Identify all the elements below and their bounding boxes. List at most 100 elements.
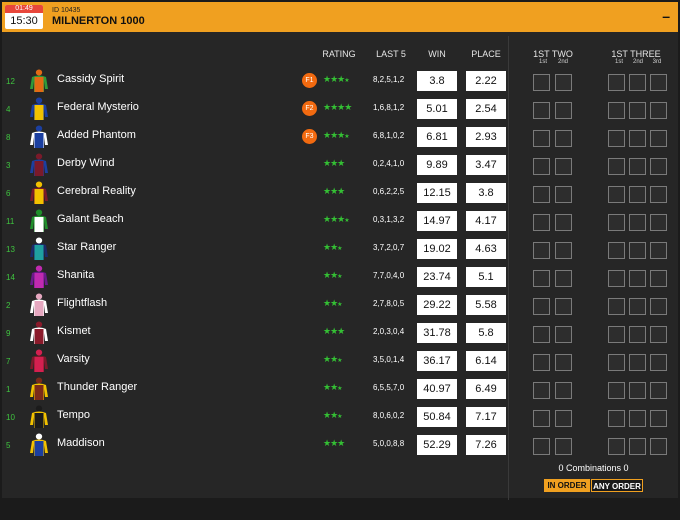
first-two-1st-checkbox[interactable] [533,410,550,427]
first-three-2nd-checkbox[interactable] [629,326,646,343]
first-two-1st-checkbox[interactable] [533,298,550,315]
win-odds-button[interactable]: 19.02 [417,239,457,259]
first-three-2nd-checkbox[interactable] [629,102,646,119]
first-three-1st-checkbox[interactable] [608,158,625,175]
win-odds-button[interactable]: 40.97 [417,379,457,399]
first-three-3rd-checkbox[interactable] [650,214,667,231]
in-order-button[interactable]: IN ORDER [544,479,590,492]
first-three-3rd-checkbox[interactable] [650,298,667,315]
first-three-3rd-checkbox[interactable] [650,242,667,259]
first-three-1st-checkbox[interactable] [608,130,625,147]
first-two-1st-checkbox[interactable] [533,326,550,343]
first-three-2nd-checkbox[interactable] [629,130,646,147]
first-three-2nd-checkbox[interactable] [629,186,646,203]
place-odds-button[interactable]: 5.58 [466,295,506,315]
first-two-1st-checkbox[interactable] [533,130,550,147]
first-two-1st-checkbox[interactable] [533,186,550,203]
collapse-icon[interactable]: – [662,8,670,24]
first-three-3rd-checkbox[interactable] [650,102,667,119]
place-odds-button[interactable]: 6.14 [466,351,506,371]
first-two-2nd-checkbox[interactable] [555,102,572,119]
place-odds-button[interactable]: 2.54 [466,99,506,119]
win-odds-button[interactable]: 12.15 [417,183,457,203]
first-three-3rd-checkbox[interactable] [650,354,667,371]
first-three-2nd-checkbox[interactable] [629,410,646,427]
first-three-3rd-checkbox[interactable] [650,438,667,455]
first-three-2nd-checkbox[interactable] [629,354,646,371]
first-two-2nd-checkbox[interactable] [555,438,572,455]
place-odds-button[interactable]: 3.8 [466,183,506,203]
first-three-2nd-checkbox[interactable] [629,438,646,455]
place-odds-button[interactable]: 5.8 [466,323,506,343]
win-odds-button[interactable]: 36.17 [417,351,457,371]
first-three-3rd-checkbox[interactable] [650,158,667,175]
first-three-1st-checkbox[interactable] [608,242,625,259]
first-three-2nd-checkbox[interactable] [629,214,646,231]
win-odds-button[interactable]: 29.22 [417,295,457,315]
first-three-3rd-checkbox[interactable] [650,382,667,399]
first-two-2nd-checkbox[interactable] [555,74,572,91]
first-three-1st-checkbox[interactable] [608,270,625,287]
first-two-1st-checkbox[interactable] [533,354,550,371]
place-odds-button[interactable]: 6.49 [466,379,506,399]
first-three-2nd-checkbox[interactable] [629,298,646,315]
win-odds-button[interactable]: 52.29 [417,435,457,455]
first-three-2nd-checkbox[interactable] [629,382,646,399]
first-three-3rd-checkbox[interactable] [650,130,667,147]
any-order-button[interactable]: ANY ORDER [591,479,643,492]
place-odds-button[interactable]: 7.26 [466,435,506,455]
first-three-1st-checkbox[interactable] [608,326,625,343]
first-three-3rd-checkbox[interactable] [650,410,667,427]
first-two-1st-checkbox[interactable] [533,438,550,455]
first-two-1st-checkbox[interactable] [533,382,550,399]
win-odds-button[interactable]: 31.78 [417,323,457,343]
first-two-2nd-checkbox[interactable] [555,382,572,399]
first-three-1st-checkbox[interactable] [608,214,625,231]
first-three-1st-checkbox[interactable] [608,354,625,371]
first-three-1st-checkbox[interactable] [608,102,625,119]
win-odds-button[interactable]: 50.84 [417,407,457,427]
place-odds-button[interactable]: 5.1 [466,267,506,287]
first-two-2nd-checkbox[interactable] [555,158,572,175]
first-two-2nd-checkbox[interactable] [555,130,572,147]
first-two-1st-checkbox[interactable] [533,242,550,259]
first-three-1st-checkbox[interactable] [608,186,625,203]
first-two-1st-checkbox[interactable] [533,214,550,231]
first-three-1st-checkbox[interactable] [608,438,625,455]
first-three-3rd-checkbox[interactable] [650,186,667,203]
win-odds-button[interactable]: 5.01 [417,99,457,119]
first-two-2nd-checkbox[interactable] [555,242,572,259]
win-odds-button[interactable]: 23.74 [417,267,457,287]
first-two-1st-checkbox[interactable] [533,102,550,119]
place-odds-button[interactable]: 4.17 [466,211,506,231]
first-three-3rd-checkbox[interactable] [650,326,667,343]
first-two-2nd-checkbox[interactable] [555,410,572,427]
win-odds-button[interactable]: 6.81 [417,127,457,147]
first-two-2nd-checkbox[interactable] [555,354,572,371]
first-three-3rd-checkbox[interactable] [650,270,667,287]
first-three-2nd-checkbox[interactable] [629,270,646,287]
first-three-1st-checkbox[interactable] [608,410,625,427]
first-two-2nd-checkbox[interactable] [555,270,572,287]
first-two-1st-checkbox[interactable] [533,270,550,287]
first-three-1st-checkbox[interactable] [608,382,625,399]
place-odds-button[interactable]: 7.17 [466,407,506,427]
win-odds-button[interactable]: 14.97 [417,211,457,231]
first-two-2nd-checkbox[interactable] [555,298,572,315]
first-three-1st-checkbox[interactable] [608,298,625,315]
win-odds-button[interactable]: 3.8 [417,71,457,91]
first-two-2nd-checkbox[interactable] [555,214,572,231]
place-odds-button[interactable]: 2.93 [466,127,506,147]
first-two-1st-checkbox[interactable] [533,158,550,175]
first-three-2nd-checkbox[interactable] [629,242,646,259]
first-two-1st-checkbox[interactable] [533,74,550,91]
first-three-1st-checkbox[interactable] [608,74,625,91]
first-three-3rd-checkbox[interactable] [650,74,667,91]
place-odds-button[interactable]: 3.47 [466,155,506,175]
first-three-2nd-checkbox[interactable] [629,158,646,175]
win-odds-button[interactable]: 9.89 [417,155,457,175]
first-three-2nd-checkbox[interactable] [629,74,646,91]
first-two-2nd-checkbox[interactable] [555,326,572,343]
place-odds-button[interactable]: 2.22 [466,71,506,91]
place-odds-button[interactable]: 4.63 [466,239,506,259]
